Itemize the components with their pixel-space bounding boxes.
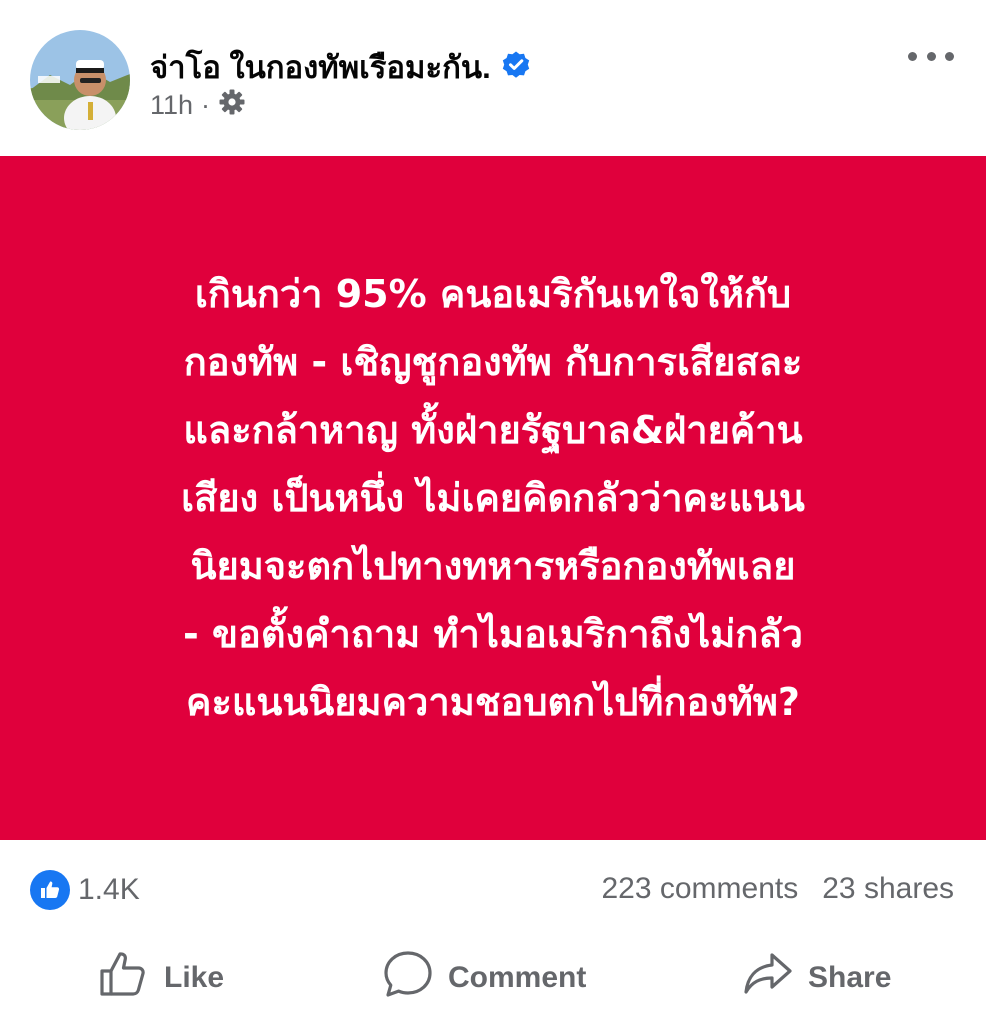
banner-text: เกินกว่า 95% คนอเมริกันเทใจให้กับ กองทัพ… xyxy=(63,260,923,736)
gear-icon[interactable] xyxy=(218,88,246,123)
author-name[interactable]: จ่าโอ ในกองทัพเรือมะกัน. xyxy=(150,42,491,92)
like-label: Like xyxy=(164,961,225,994)
comments-count[interactable]: 223 comments xyxy=(601,872,798,906)
more-dot xyxy=(908,51,917,61)
verified-badge-icon xyxy=(501,50,531,85)
like-button[interactable]: Like xyxy=(98,952,224,1004)
share-arrow-icon xyxy=(742,949,794,1007)
meta-separator: · xyxy=(201,90,211,120)
banner-line: และกล้าหาญ ทั้งฝ่ายรัฐบาล&ฝ่ายค้าน xyxy=(183,408,803,452)
thumbs-up-icon xyxy=(98,949,150,1007)
share-label: Share xyxy=(808,961,892,994)
reactions-summary[interactable]: 1.4K xyxy=(30,870,140,910)
comment-share-counts: 223 comments 23 shares xyxy=(601,872,954,906)
comment-bubble-icon xyxy=(382,949,434,1007)
banner-line: คะแนนนิยมความชอบตกไปที่กองทัพ? xyxy=(186,680,800,724)
banner-line: - ขอตั้งคำถาม ทำไมอเมริกาถึงไม่กลัว xyxy=(183,612,803,656)
avatar[interactable] xyxy=(30,30,130,130)
banner-line: กองทัพ - เชิญชูกองทัพ กับการเสียสละ xyxy=(183,340,803,384)
banner-line: นิยมจะตกไปทางทหารหรือกองทัพเลย xyxy=(190,544,796,588)
reaction-count: 1.4K xyxy=(78,873,140,906)
post-header: จ่าโอ ในกองทัพเรือมะกัน. 11h · xyxy=(0,0,986,156)
more-options-icon[interactable] xyxy=(908,44,954,68)
banner-line: เสียง เป็นหนึ่ง ไม่เคยคิดกลัวว่าคะแนน xyxy=(181,476,805,520)
banner-line: เกินกว่า 95% คนอเมริกันเทใจให้กับ xyxy=(194,272,792,316)
post-meta: 11h · xyxy=(150,88,246,123)
more-dot xyxy=(926,51,936,61)
author-row: จ่าโอ ในกองทัพเรือมะกัน. xyxy=(150,42,531,92)
shares-count[interactable]: 23 shares xyxy=(822,872,954,906)
facebook-post: จ่าโอ ในกองทัพเรือมะกัน. 11h · เกินกว่า … xyxy=(0,0,986,1024)
like-reaction-icon xyxy=(30,870,70,910)
comment-button[interactable]: Comment xyxy=(382,949,587,1007)
more-dot xyxy=(945,51,954,61)
action-bar: Like Comment Share xyxy=(0,940,986,1016)
engagement-stats: 1.4K 223 comments 23 shares xyxy=(0,862,986,922)
post-text-banner[interactable]: เกินกว่า 95% คนอเมริกันเทใจให้กับ กองทัพ… xyxy=(0,156,986,840)
share-button[interactable]: Share xyxy=(742,952,891,1004)
comment-label: Comment xyxy=(448,961,587,994)
post-timestamp[interactable]: 11h xyxy=(150,90,193,121)
